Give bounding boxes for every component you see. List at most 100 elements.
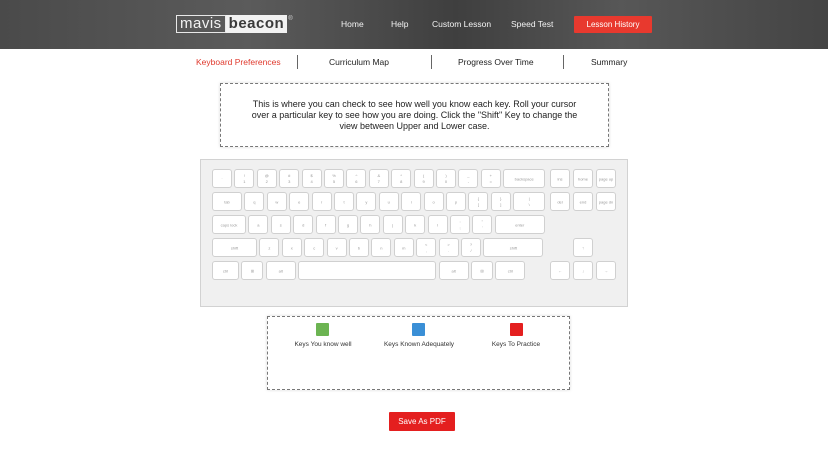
nav-cluster-key[interactable]: home	[573, 169, 593, 188]
key-label: backspace	[514, 176, 534, 181]
top-row-key[interactable]: t	[334, 192, 354, 211]
home-row-key[interactable]: l	[427, 215, 448, 234]
key-label: 1	[243, 179, 246, 184]
bottom-row-key[interactable]: ? /	[461, 238, 481, 257]
top-row-key[interactable]: r	[311, 192, 332, 211]
home-row-key[interactable]: " '	[472, 215, 493, 234]
arrow-left-key[interactable]: ←	[550, 261, 570, 280]
top-row-key[interactable]: }]	[490, 192, 511, 211]
top-row-key[interactable]: | \	[513, 192, 546, 211]
arrow-right-key[interactable]: →	[596, 261, 616, 280]
bottom-row-key[interactable]: b	[349, 238, 369, 257]
nav-cluster-key[interactable]: end	[573, 192, 593, 211]
bottom-row-key[interactable]: n	[371, 238, 392, 257]
top-row-key[interactable]: q	[244, 192, 265, 211]
nav-help-link[interactable]: Help	[391, 19, 408, 29]
key-label: y	[365, 199, 368, 204]
key-label: i	[410, 199, 412, 204]
tab-progress-over-time[interactable]: Progress Over Time	[458, 57, 534, 67]
top-row-key[interactable]: u	[378, 192, 399, 211]
tab-keyboard-preferences[interactable]: Keyboard Preferences	[196, 57, 281, 67]
top-row-key[interactable]: p	[446, 192, 466, 211]
tab-curriculum-map[interactable]: Curriculum Map	[329, 57, 389, 67]
home-row-key[interactable]: s	[270, 215, 291, 234]
home-row-key[interactable]: caps lock	[212, 215, 246, 234]
home-row-key[interactable]: d	[293, 215, 314, 234]
down-arrow-icon: ↓	[582, 268, 584, 273]
home-row-key[interactable]: j	[382, 215, 403, 234]
bottom-row-key[interactable]: <,	[416, 238, 437, 257]
home-row-key[interactable]: f	[315, 215, 336, 234]
key-shift-label: {	[477, 196, 480, 201]
nav-cluster-key[interactable]: del	[550, 192, 570, 211]
bottom-row-key[interactable]: c	[304, 238, 325, 257]
mavis-beacon-logo[interactable]: mavis beacon ®	[176, 15, 293, 33]
modifier-row-key[interactable]: ⊞	[241, 261, 264, 280]
number-row-key[interactable]: ) 0	[436, 169, 456, 188]
number-row-key[interactable]: ^ 6	[346, 169, 367, 188]
top-row-key[interactable]: tab	[212, 192, 242, 211]
key-label: k	[414, 222, 417, 227]
nav-cluster-key[interactable]: page up	[596, 169, 616, 188]
top-row-key[interactable]: w	[266, 192, 287, 211]
number-row-key[interactable]: @2	[256, 169, 277, 188]
bottom-row-key[interactable]: shift	[212, 238, 257, 257]
number-row-key[interactable]: _ -	[458, 169, 479, 188]
top-row-key[interactable]: {[	[468, 192, 489, 211]
nav-custom-lesson-link[interactable]: Custom Lesson	[432, 19, 491, 29]
key-shift-label: :	[459, 219, 461, 224]
key-shift-label: #	[288, 173, 291, 178]
key-label: ;	[459, 225, 461, 230]
save-as-pdf-button[interactable]: Save As PDF	[389, 412, 455, 431]
modifier-row-key[interactable]: alt	[265, 261, 296, 280]
home-row-key[interactable]: enter	[494, 215, 545, 234]
bottom-row-key[interactable]: v	[326, 238, 347, 257]
number-row-key[interactable]: #3	[279, 169, 300, 188]
modifier-row-key[interactable]: ctrl	[212, 261, 239, 280]
bottom-row-key[interactable]: z	[259, 238, 280, 257]
modifier-row-key[interactable]: alt	[438, 261, 469, 280]
arrow-up-key[interactable]: ↑	[573, 238, 593, 257]
number-row-key[interactable]: `	[212, 169, 232, 188]
home-row-key[interactable]: :;	[450, 215, 470, 234]
modifier-row-key[interactable]: ctrl	[495, 261, 526, 280]
bottom-row-key[interactable]: x	[281, 238, 302, 257]
bottom-row-key[interactable]: shift	[483, 238, 544, 257]
home-row-key[interactable]: h	[360, 215, 381, 234]
top-row-key[interactable]: y	[356, 192, 377, 211]
number-row-key[interactable]: backspace	[503, 169, 546, 188]
key-shift-label: ?	[469, 242, 473, 247]
modifier-row-key[interactable]	[298, 261, 437, 280]
number-row-key[interactable]: + =	[480, 169, 501, 188]
key-label: p	[454, 199, 458, 204]
lesson-history-button[interactable]: Lesson History	[574, 16, 652, 33]
nav-cluster-key[interactable]: page dn	[596, 192, 616, 211]
home-row-key[interactable]: a	[248, 215, 269, 234]
top-row-key[interactable]: i	[401, 192, 422, 211]
tab-summary[interactable]: Summary	[591, 57, 627, 67]
key-label: caps lock	[220, 222, 238, 227]
key-label: z	[268, 245, 271, 250]
number-row-key[interactable]: % 5	[324, 169, 344, 188]
top-row-key[interactable]: o	[423, 192, 444, 211]
home-row-key[interactable]: k	[405, 215, 426, 234]
key-label: e	[298, 199, 301, 204]
modifier-row-key[interactable]: ⊞	[471, 261, 493, 280]
number-row-key[interactable]: $4	[301, 169, 322, 188]
top-row-key[interactable]: e	[289, 192, 310, 211]
legend-label-well: Keys You know well	[294, 341, 352, 348]
number-row-key[interactable]: * 8	[391, 169, 412, 188]
nav-cluster-key[interactable]: ins	[550, 169, 570, 188]
key-shift-label: ^	[355, 173, 358, 178]
number-row-key[interactable]: ! 1	[234, 169, 255, 188]
nav-speed-test-link[interactable]: Speed Test	[511, 19, 553, 29]
key-shift-label: !	[243, 173, 245, 178]
bottom-row-key[interactable]: m	[393, 238, 414, 257]
number-row-key[interactable]: (9	[413, 169, 434, 188]
nav-home-link[interactable]: Home	[341, 19, 364, 29]
arrow-down-key[interactable]: ↓	[573, 261, 593, 280]
instructions-box: This is where you can check to see how w…	[220, 83, 609, 147]
bottom-row-key[interactable]: >.	[438, 238, 459, 257]
home-row-key[interactable]: g	[338, 215, 358, 234]
number-row-key[interactable]: & 7	[368, 169, 389, 188]
